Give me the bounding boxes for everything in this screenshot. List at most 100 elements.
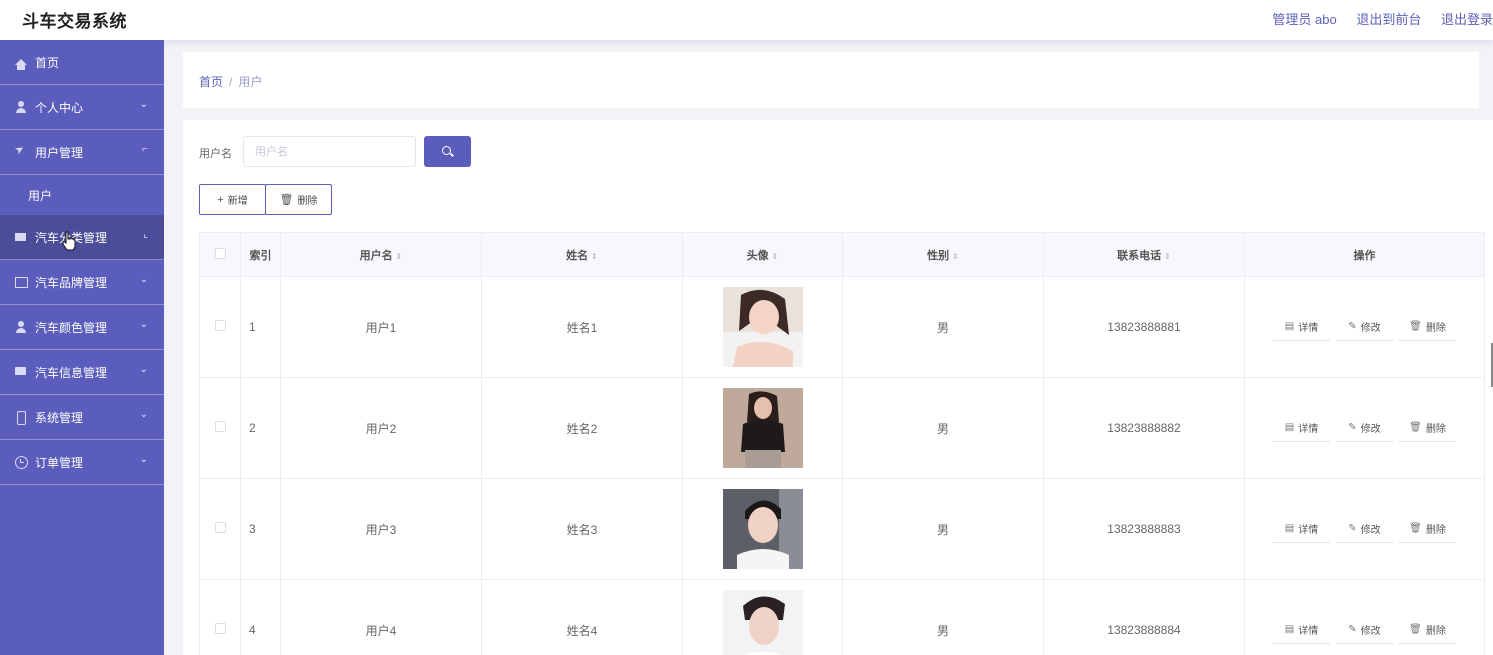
document-icon: ▤	[1284, 624, 1295, 635]
hand-cursor-icon	[62, 231, 76, 251]
gender-cell: 男	[842, 478, 1044, 580]
delete-button[interactable]: 🗑 删除	[265, 184, 332, 215]
sidebar-item-label: 汽车品牌管理	[35, 275, 108, 290]
column-header-gender[interactable]: 性别 ⇕	[842, 232, 1044, 277]
sidebar-item-user-management[interactable]: 用户管理 ⌐	[0, 130, 164, 175]
sidebar: 首页 个人中心 ⌄ 用户管理 ⌐ 用户 汽车分类管理 ⌞ 汽车品牌管理 ⌄ 汽车…	[0, 40, 164, 655]
users-table: 索引 用户名 ⇕ 姓名 ⇕ 头像 ⇕ 性别 ⇕ 联系电话 ⇕ 操作 1 用户1 姓名1	[199, 232, 1485, 655]
sidebar-item-orders[interactable]: 订单管理 ⌄	[0, 440, 164, 485]
sidebar-item-profile[interactable]: 个人中心 ⌄	[0, 85, 164, 130]
row-delete-button[interactable]: 🗑 删除	[1399, 616, 1456, 644]
row-delete-button[interactable]: 🗑 删除	[1399, 414, 1456, 442]
row-delete-button[interactable]: 🗑 删除	[1399, 313, 1456, 341]
actions-cell: ▤ 详情 ✎ 修改 🗑 删除	[1244, 276, 1485, 378]
row-delete-button[interactable]: 🗑 删除	[1399, 515, 1456, 543]
sidebar-item-system[interactable]: 系统管理 ⌄	[0, 395, 164, 440]
sidebar-item-car-category[interactable]: 汽车分类管理 ⌞	[0, 215, 164, 260]
breadcrumb-current: 用户	[238, 75, 263, 89]
edit-button[interactable]: ✎ 修改	[1336, 515, 1393, 543]
index-cell: 3	[240, 478, 281, 580]
add-button[interactable]: + 新增	[199, 184, 266, 215]
sort-icon[interactable]: ⇕	[396, 252, 403, 261]
user-icon	[15, 101, 28, 113]
phone-icon	[15, 411, 28, 425]
phone-cell: 13823888883	[1043, 478, 1245, 580]
sidebar-item-label: 汽车信息管理	[35, 365, 108, 380]
avatar-image	[722, 287, 803, 367]
sort-icon[interactable]: ⇕	[591, 252, 598, 261]
detail-button[interactable]: ▤ 详情	[1273, 313, 1330, 341]
username-search-input[interactable]	[243, 136, 416, 167]
breadcrumb-home[interactable]: 首页	[199, 75, 223, 89]
logout-link[interactable]: 退出登录	[1441, 12, 1493, 27]
avatar-cell	[682, 478, 843, 580]
delete-button-label: 删除	[297, 196, 318, 207]
actions-cell: ▤ 详情 ✎ 修改 🗑 删除	[1244, 377, 1485, 479]
detail-button[interactable]: ▤ 详情	[1273, 616, 1330, 644]
edit-button[interactable]: ✎ 修改	[1336, 616, 1393, 644]
phone-cell: 13823888882	[1043, 377, 1245, 479]
phone-cell: 13823888881	[1043, 276, 1245, 378]
sidebar-item-label: 个人中心	[35, 100, 84, 115]
sidebar-subitem-users[interactable]: 用户	[0, 175, 164, 215]
column-header-username[interactable]: 用户名 ⇕	[280, 232, 482, 277]
sidebar-item-car-info[interactable]: 汽车信息管理 ⌄	[0, 350, 164, 395]
name-cell: 姓名2	[481, 377, 683, 479]
column-header-name[interactable]: 姓名 ⇕	[481, 232, 683, 277]
exit-to-front-link[interactable]: 退出到前台	[1356, 12, 1421, 27]
search-icon	[442, 146, 451, 155]
chevron-up-icon: ⌐	[142, 144, 148, 155]
column-header-index: 索引	[240, 232, 281, 277]
search-button[interactable]	[424, 136, 471, 167]
column-header-phone[interactable]: 联系电话 ⇕	[1043, 232, 1245, 277]
row-checkbox[interactable]	[214, 623, 226, 634]
app-title: 斗车交易系统	[22, 12, 127, 31]
sidebar-item-label: 订单管理	[35, 455, 84, 470]
sidebar-item-home[interactable]: 首页	[0, 40, 164, 85]
edit-button[interactable]: ✎ 修改	[1336, 313, 1393, 341]
phone-cell: 13823888884	[1043, 579, 1245, 655]
clock-icon	[15, 456, 28, 469]
breadcrumb-card: 首页 / 用户	[183, 52, 1479, 108]
sidebar-item-label: 首页	[35, 55, 60, 70]
sort-icon[interactable]: ⇕	[1164, 252, 1171, 261]
select-all-checkbox[interactable]	[214, 247, 226, 259]
sort-icon[interactable]: ⇕	[952, 252, 959, 261]
edit-button[interactable]: ✎ 修改	[1336, 414, 1393, 442]
name-cell: 姓名3	[481, 478, 683, 580]
name-cell: 姓名1	[481, 276, 683, 378]
document-icon: ▤	[1284, 523, 1295, 534]
detail-button[interactable]: ▤ 详情	[1273, 414, 1330, 442]
chevron-down-icon: ⌄	[139, 319, 148, 330]
sort-icon[interactable]: ⇕	[772, 252, 779, 261]
index-cell: 2	[240, 377, 281, 479]
row-checkbox[interactable]	[214, 320, 226, 331]
detail-button[interactable]: ▤ 详情	[1273, 515, 1330, 543]
top-links: 管理员 abo 退出到前台 退出登录	[1256, 9, 1493, 28]
user-icon	[15, 321, 28, 333]
sidebar-item-label: 汽车颜色管理	[35, 320, 108, 335]
table-row: 3 用户3 姓名3 男 13823888883 ▤ 详情 ✎ 修改 🗑 删除	[199, 478, 1485, 580]
ticket-icon	[15, 231, 28, 243]
main-card: 用户名 + 新增 🗑 删除 索引 用户名⇕ 姓名⇕ 头像⇕ 性别⇕ 联系电话⇕ …	[183, 120, 1493, 655]
edit-icon: ✎	[1348, 624, 1357, 635]
chevron-down-icon: ⌄	[139, 364, 148, 375]
sidebar-item-car-brand[interactable]: 汽车品牌管理 ⌄	[0, 260, 164, 305]
breadcrumb: 首页 / 用户	[199, 73, 262, 90]
table-row: 2 用户2 姓名2 男 13823888882 ▤ 详情 ✎ 修改 🗑 删除	[199, 377, 1485, 479]
chat-icon	[15, 366, 28, 378]
column-header-avatar[interactable]: 头像 ⇕	[682, 232, 843, 277]
username-cell: 用户1	[280, 276, 482, 378]
username-cell: 用户4	[280, 579, 482, 655]
avatar-image	[722, 388, 803, 468]
sidebar-item-car-color[interactable]: 汽车颜色管理 ⌄	[0, 305, 164, 350]
search-label: 用户名	[199, 148, 232, 160]
row-checkbox[interactable]	[214, 421, 226, 432]
edit-icon: ✎	[1348, 523, 1357, 534]
image-icon	[15, 276, 28, 288]
table-row: 4 用户4 姓名4 男 13823888884 ▤ 详情 ✎ 修改 🗑 删除	[199, 579, 1485, 655]
chevron-down-icon: ⌄	[139, 274, 148, 285]
row-checkbox[interactable]	[214, 522, 226, 533]
chevron-down-icon: ⌄	[139, 99, 148, 110]
admin-label[interactable]: 管理员 abo	[1272, 12, 1336, 27]
